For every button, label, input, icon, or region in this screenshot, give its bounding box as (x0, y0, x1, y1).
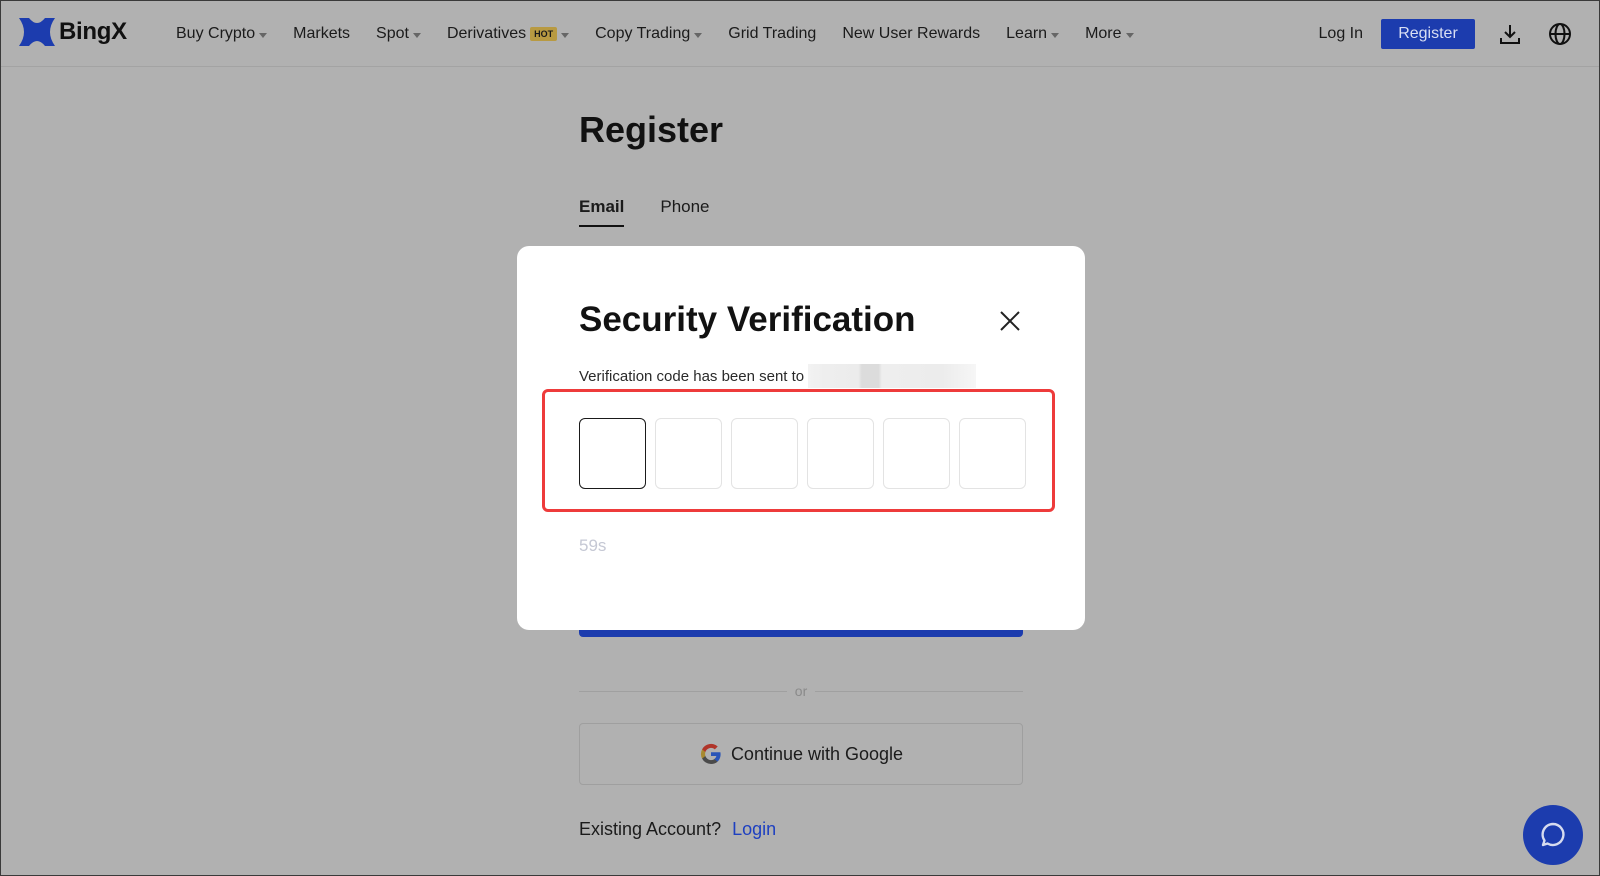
modal-title: Security Verification (579, 300, 916, 339)
language-button[interactable] (1547, 21, 1573, 47)
nav-label: More (1085, 25, 1122, 42)
google-button-label: Continue with Google (730, 743, 904, 764)
nav-derivatives[interactable]: Derivatives HOT (446, 25, 570, 43)
code-digit-4[interactable] (807, 418, 874, 489)
nav-label: Grid Trading (728, 25, 817, 42)
caret-down-icon (1125, 32, 1134, 38)
continue-with-google-button[interactable]: Continue with Google (579, 723, 1023, 785)
login-link-bottom[interactable]: Login (732, 819, 776, 839)
header-actions: Log In Register (1319, 1, 1599, 67)
nav-label: Copy Trading (595, 25, 691, 42)
verification-code-input (579, 418, 1035, 489)
divider-line (815, 690, 1024, 692)
download-button[interactable] (1497, 21, 1523, 47)
hot-badge: HOT (530, 27, 558, 41)
divider-line (579, 690, 787, 692)
login-link[interactable]: Log In (1319, 25, 1363, 43)
register-tabs: Email Phone (579, 197, 746, 227)
code-digit-3[interactable] (731, 418, 798, 489)
bingx-logo-icon (19, 18, 55, 46)
nav-spot[interactable]: Spot (376, 25, 421, 43)
verification-sent-message: Verification code has been sent to (579, 364, 977, 388)
nav-more[interactable]: More (1085, 25, 1134, 43)
nav-learn[interactable]: Learn (1006, 25, 1060, 43)
caret-down-icon (412, 32, 421, 38)
globe-icon (1549, 23, 1571, 45)
redacted-email (808, 364, 977, 388)
bingx-logo[interactable]: BingX (19, 18, 127, 46)
nav-label: Markets (293, 25, 351, 42)
nav-label: Buy Crypto (176, 25, 256, 42)
nav-new-user-rewards[interactable]: New User Rewards (842, 25, 980, 43)
existing-account-row: Existing Account? Login (579, 819, 776, 840)
page-title: Register (579, 109, 724, 150)
close-button[interactable] (997, 308, 1023, 334)
resend-countdown: 59s (579, 536, 607, 555)
close-icon (1000, 311, 1020, 331)
nav-label: Spot (376, 25, 409, 42)
register-button[interactable]: Register (1381, 19, 1475, 49)
nav-markets[interactable]: Markets (293, 25, 350, 43)
nav-buy-crypto[interactable]: Buy Crypto (176, 25, 268, 43)
caret-down-icon (1051, 32, 1060, 38)
existing-account-text: Existing Account? (579, 819, 722, 839)
support-chat-button[interactable] (1523, 805, 1583, 865)
nav-label: Learn (1006, 25, 1048, 42)
code-digit-2[interactable] (655, 418, 722, 489)
tab-phone[interactable]: Phone (660, 197, 709, 227)
code-digit-1[interactable] (579, 418, 646, 489)
caret-down-icon (259, 32, 268, 38)
nav-grid-trading[interactable]: Grid Trading (728, 25, 816, 43)
top-navbar: BingX Buy Crypto Markets Spot Derivative… (1, 1, 1599, 67)
brand-name: BingX (59, 18, 127, 45)
nav-copy-trading[interactable]: Copy Trading (595, 25, 703, 43)
tab-email[interactable]: Email (579, 197, 625, 227)
nav-label: Derivatives (446, 25, 527, 42)
or-divider: or (579, 683, 1024, 699)
code-digit-6[interactable] (959, 418, 1026, 489)
divider-text: or (794, 683, 808, 699)
google-icon (700, 743, 721, 764)
caret-down-icon (561, 32, 570, 38)
download-icon (1500, 25, 1520, 44)
security-verification-modal: Security Verification Verification code … (517, 246, 1085, 630)
sent-text: Verification code has been sent to (579, 367, 805, 385)
caret-down-icon (694, 32, 703, 38)
main-nav: Buy Crypto Markets Spot Derivatives HOT C… (176, 1, 1160, 67)
nav-label: New User Rewards (842, 25, 981, 42)
chat-bubble-icon (1541, 822, 1565, 847)
code-digit-5[interactable] (883, 418, 950, 489)
